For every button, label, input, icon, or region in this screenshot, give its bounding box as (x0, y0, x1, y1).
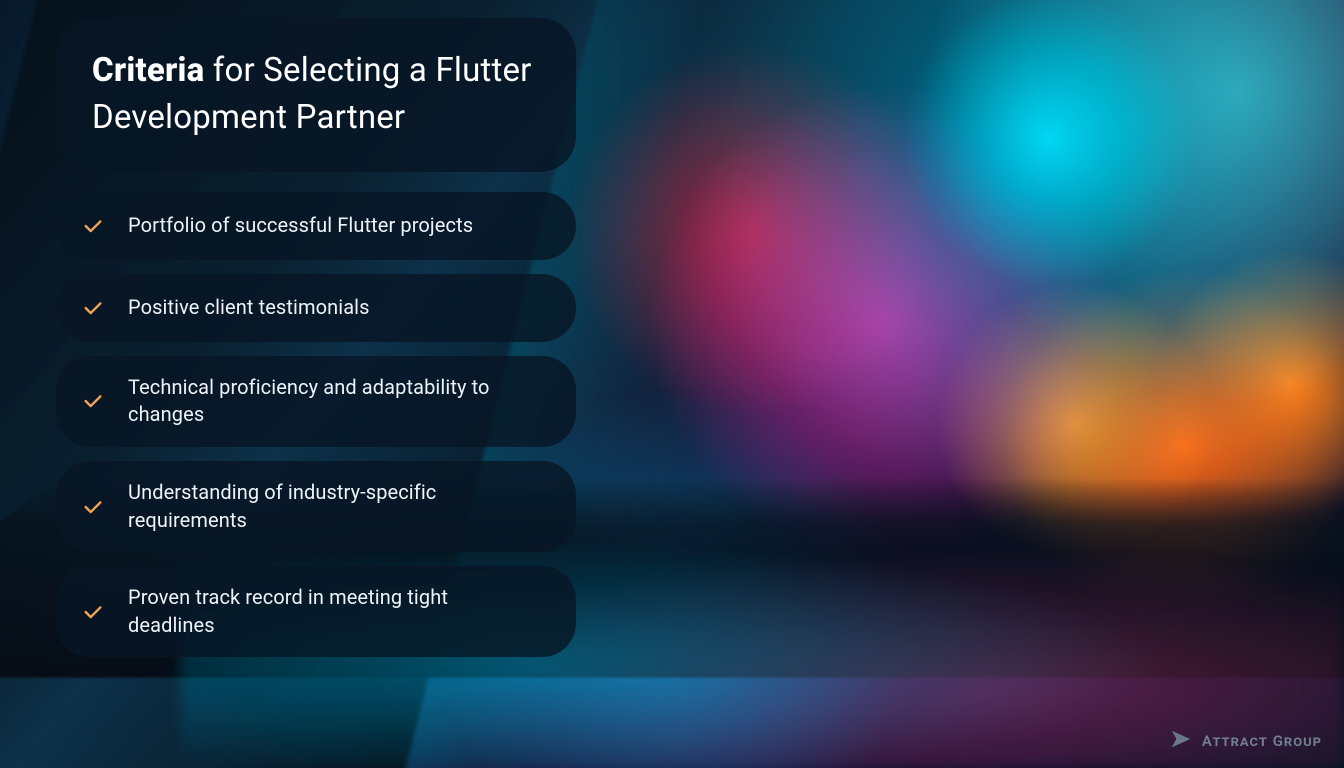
check-icon (80, 494, 106, 520)
paper-plane-icon (1170, 728, 1192, 754)
slide-title-bold: Criteria (92, 51, 204, 90)
slide-title: Criteria for Selecting a Flutter Develop… (92, 48, 532, 142)
check-icon (80, 295, 106, 321)
list-item-text: Portfolio of successful Flutter projects (128, 212, 473, 240)
check-icon (80, 213, 106, 239)
brand-watermark: Attract Group (1170, 728, 1322, 754)
brand-name: Attract Group (1202, 732, 1322, 750)
list-item: Technical proficiency and adaptability t… (56, 356, 576, 447)
list-item-text: Technical proficiency and adaptability t… (128, 374, 508, 429)
list-item: Positive client testimonials (56, 274, 576, 342)
content-column: Criteria for Selecting a Flutter Develop… (56, 18, 576, 657)
list-item-text: Understanding of industry-specific requi… (128, 479, 508, 534)
slide-background: Criteria for Selecting a Flutter Develop… (0, 0, 1344, 768)
list-item: Understanding of industry-specific requi… (56, 461, 576, 552)
list-item-text: Positive client testimonials (128, 294, 370, 322)
list-item: Portfolio of successful Flutter projects (56, 192, 576, 260)
title-card: Criteria for Selecting a Flutter Develop… (56, 18, 576, 172)
list-item-text: Proven track record in meeting tight dea… (128, 584, 508, 639)
check-icon (80, 599, 106, 625)
list-item: Proven track record in meeting tight dea… (56, 566, 576, 657)
criteria-list: Portfolio of successful Flutter projects… (56, 192, 576, 658)
check-icon (80, 388, 106, 414)
